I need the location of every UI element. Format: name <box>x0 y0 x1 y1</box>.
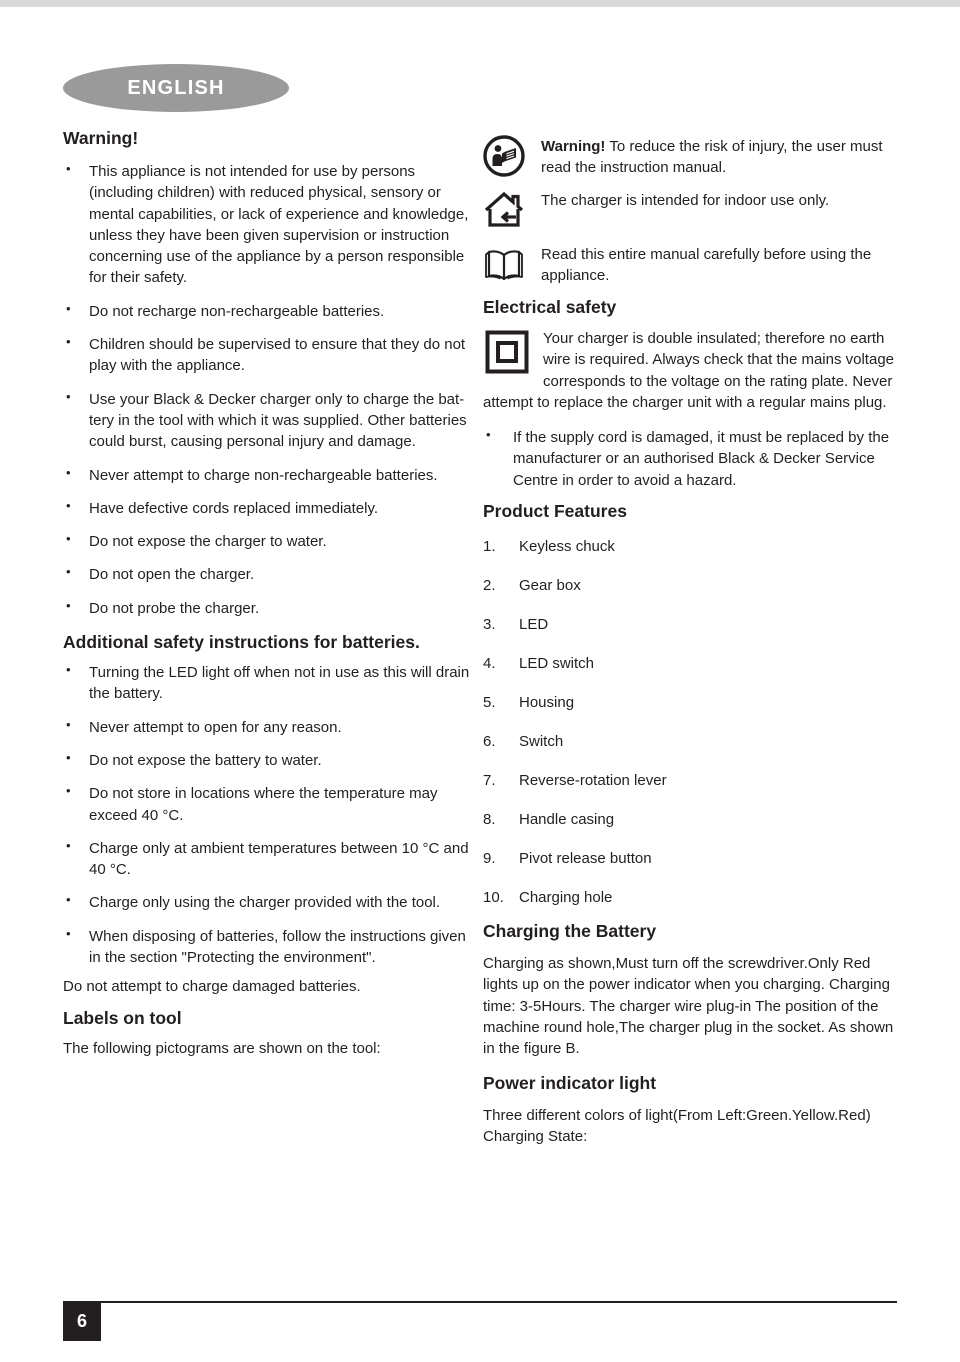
list-item: Pivot release button <box>483 848 652 869</box>
list-item: Use your Black & Decker charger only to … <box>63 388 475 453</box>
right-column: Warning! To reduce the risk of injury, t… <box>483 135 895 1156</box>
labels-intro-text: The following pictograms are shown on th… <box>63 1039 381 1057</box>
list-item: Never attempt to charge non-rechargeable… <box>63 464 475 486</box>
list-item: Do not expose the battery to water. <box>63 749 475 771</box>
indoor-use-house-icon <box>483 189 525 231</box>
list-item: Never attempt to open for any reason. <box>63 716 475 738</box>
list-item: Charge only using the charger provided w… <box>63 891 475 913</box>
read-manual-warning-icon <box>483 135 525 177</box>
list-item: Do not open the charger. <box>63 563 475 585</box>
list-item: LED switch <box>483 653 595 674</box>
pictogram-text-indoor-use: The charger is intended for indoor use o… <box>541 192 830 209</box>
language-badge: ENGLISH <box>63 64 289 112</box>
product-features-list: Keyless chuck Gear box LED LED switch Ho… <box>483 536 895 908</box>
list-item: Children should be supervised to ensure … <box>63 333 475 377</box>
pictogram-row-read-manual: Warning! To reduce the risk of injury, t… <box>483 135 895 183</box>
list-item: Charging hole <box>483 887 613 908</box>
damaged-battery-note: Do not attempt to charge damaged batteri… <box>63 978 361 996</box>
electrical-bullet-list: If the supply cord is damaged, it must b… <box>483 426 895 491</box>
warning-bullet-list: This appliance is not intended for use b… <box>63 160 475 619</box>
double-insulation-block: Your charger is double insulated; theref… <box>483 328 895 413</box>
warning-lead-label: Warning! <box>541 138 606 155</box>
charging-state-label: Charging State: <box>483 1127 588 1145</box>
double-insulation-icon <box>485 330 529 374</box>
list-item: Handle casing <box>483 809 615 830</box>
pictogram-row-read-book: Read this entire manual carefully before… <box>483 243 895 291</box>
footer-rule <box>63 1301 897 1303</box>
list-item: Reverse-rotation lever <box>483 770 667 791</box>
charging-battery-text: Charging as shown,Must turn off the scre… <box>483 955 894 1058</box>
list-item: Turning the LED light off when not in us… <box>63 661 475 705</box>
list-item: If the supply cord is damaged, it must b… <box>483 426 895 491</box>
list-item: Do not store in locations where the temp… <box>63 782 475 826</box>
list-item: Have defective cords replaced immediatel… <box>63 497 475 519</box>
list-item: This appliance is not intended for use b… <box>63 160 475 289</box>
list-item: Gear box <box>483 575 581 596</box>
page-number-box: 6 <box>63 1301 101 1341</box>
pictogram-row-indoor-use: The charger is intended for indoor use o… <box>483 189 895 237</box>
list-item: Housing <box>483 692 575 713</box>
manual-page: ENGLISH Warning! This appliance is not i… <box>0 0 960 1362</box>
labels-on-tool-heading: Labels on tool <box>63 1007 182 1028</box>
power-indicator-heading: Power indicator light <box>483 1072 657 1093</box>
power-indicator-colors-text: Three different colors of light(From Lef… <box>483 1106 871 1124</box>
list-item: LED <box>483 614 549 635</box>
charging-battery-heading: Charging the Battery <box>483 921 657 942</box>
list-item: Do not probe the charger. <box>63 597 475 619</box>
list-item: Switch <box>483 731 564 752</box>
battery-bullet-list: Turning the LED light off when not in us… <box>63 661 475 969</box>
list-item: Do not expose the charger to water. <box>63 530 475 552</box>
pictogram-text-read-book: Read this entire manual carefully before… <box>541 246 872 285</box>
double-insulation-text: Your charger is double insulated; theref… <box>483 330 894 411</box>
pictogram-text-read-manual: Warning! To reduce the risk of injury, t… <box>541 135 895 179</box>
left-column: Warning! This appliance is not intended … <box>63 128 475 1068</box>
list-item: Do not recharge non-rechargeable batteri… <box>63 300 475 322</box>
electrical-safety-heading: Electrical safety <box>483 297 617 317</box>
warning-heading: Warning! <box>63 128 139 148</box>
open-book-icon <box>483 243 525 285</box>
battery-safety-heading: Additional safety instructions for batte… <box>63 632 420 653</box>
product-features-heading: Product Features <box>483 501 627 522</box>
language-badge-label: ENGLISH <box>127 77 225 99</box>
list-item: Keyless chuck <box>483 536 615 557</box>
list-item: Charge only at ambient temperatures betw… <box>63 837 475 881</box>
page-number: 6 <box>76 1311 87 1331</box>
list-item: When disposing of batteries, follow the … <box>63 925 475 969</box>
